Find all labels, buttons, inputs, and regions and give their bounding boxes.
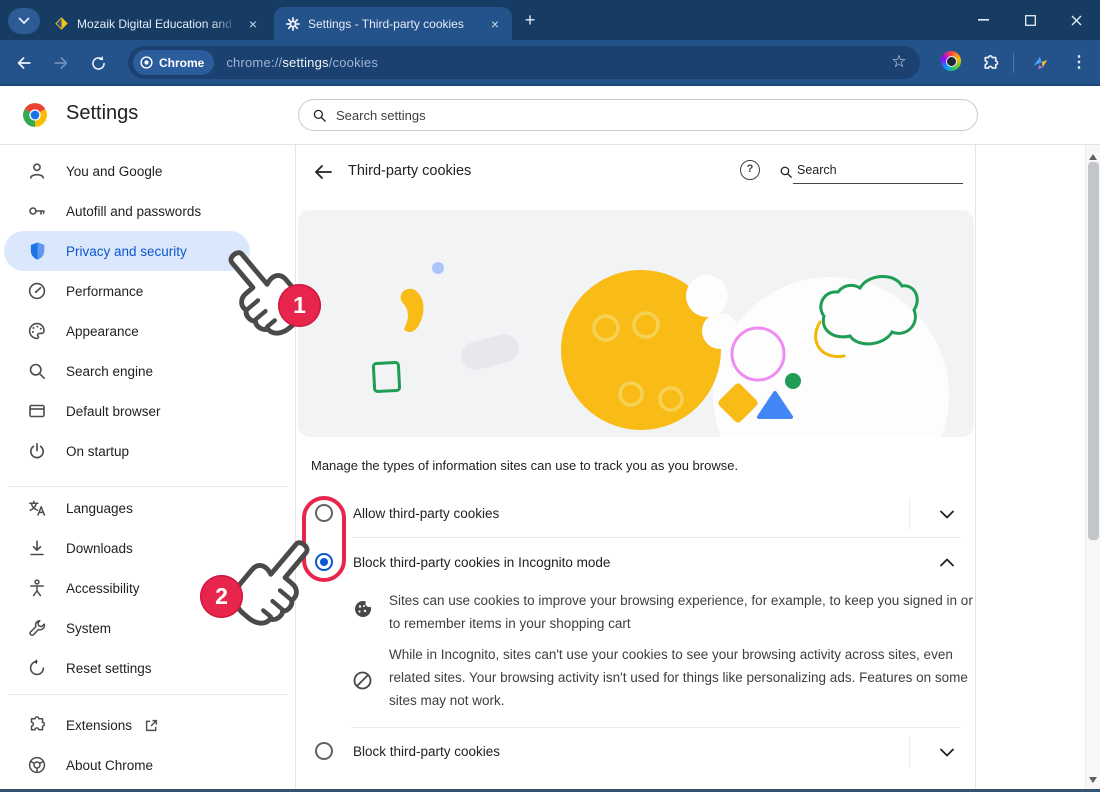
menu-kebab-icon[interactable]: ⋮ [1068,50,1090,76]
scroll-up-arrow-icon[interactable] [1089,150,1097,160]
step-1-badge: 1 [278,284,321,327]
help-icon[interactable]: ? [740,160,760,180]
row-divider [909,498,910,530]
puzzle-icon [26,715,48,735]
row-divider [909,736,910,768]
tab-title: Mozaik Digital Education and Le [77,17,236,31]
chrome-mono-icon [140,56,153,69]
gear-favicon [286,17,300,31]
close-tab-icon[interactable]: × [486,15,504,33]
chip-label: Chrome [159,56,204,70]
search-settings-placeholder: Search settings [336,108,426,123]
external-link-icon [144,718,159,733]
speedometer-icon [26,281,48,301]
sidebar-item-about-chrome[interactable]: About Chrome [4,745,250,785]
detail-text: Sites can use cookies to improve your br… [389,589,977,635]
close-tab-icon[interactable]: × [244,15,262,33]
sidebar-item-appearance[interactable]: Appearance [4,311,250,351]
chevron-up-icon[interactable] [937,553,957,573]
intro-text: Manage the types of information sites ca… [311,458,738,473]
tab-settings-active[interactable]: Settings - Third-party cookies × [274,7,512,40]
cookie-illustration-banner [298,210,974,437]
palette-icon [26,321,48,341]
third-party-cookies-panel: Third-party cookies ? Search [295,145,976,792]
url-text: chrome://settings/cookies [226,55,378,70]
power-icon [26,441,48,461]
reload-button[interactable] [86,51,110,75]
minimize-button[interactable] [963,6,1003,34]
address-bar[interactable]: Chrome chrome://settings/cookies [128,46,920,79]
url-host: settings [282,55,328,70]
sidebar-divider [8,694,288,695]
close-window-button[interactable] [1056,6,1096,34]
person-icon [26,161,48,181]
accessibility-icon [26,578,48,598]
radio-unselected[interactable] [315,742,333,760]
back-button[interactable] [12,51,36,75]
translate-icon [26,498,48,518]
sidebar-item-autofill[interactable]: Autofill and passwords [4,191,250,231]
search-icon [26,361,48,381]
search-settings-input[interactable]: Search settings [298,99,978,131]
cookie-icon [354,600,372,618]
option-block-incognito[interactable]: Block third-party cookies in Incognito m… [296,538,975,586]
subpage-search-underline [793,183,963,184]
subpage-title: Third-party cookies [348,163,471,179]
reset-icon [26,658,48,678]
settings-header: Settings Search settings [0,86,1100,145]
sidebar-item-extensions[interactable]: Extensions [4,705,250,745]
maximize-button[interactable] [1010,6,1050,34]
sidebar-item-search-engine[interactable]: Search engine [4,351,250,391]
back-arrow-button[interactable] [313,162,333,182]
sidebar-item-reset-settings[interactable]: Reset settings [4,648,250,688]
chrome-logo-icon [22,102,48,128]
chevron-down-icon[interactable] [937,504,957,524]
subpage-search-input[interactable]: Search [797,163,837,177]
cookie-illustration [298,210,974,437]
url-scheme: chrome:// [226,55,282,70]
search-icon [779,165,793,179]
toolbar-divider [1013,53,1014,73]
tab-mozaik[interactable]: Mozaik Digital Education and Le × [42,7,270,40]
browser-window: Mozaik Digital Education and Le × Settin… [0,0,1100,792]
new-tab-button[interactable]: + [518,9,542,33]
tab-title: Settings - Third-party cookies [308,17,478,31]
wrench-icon [26,618,48,638]
page-title: Settings [66,102,138,125]
sidebar-item-languages[interactable]: Languages [4,488,250,528]
sidebar-item-downloads[interactable]: Downloads [4,528,250,568]
lens-extension-icon[interactable] [941,51,961,71]
sidebar-item-privacy-and-security[interactable]: Privacy and security [4,231,250,271]
chrome-logo-icon [26,755,48,775]
tab-strip: Mozaik Digital Education and Le × Settin… [0,0,1100,40]
pinned-extension-icon[interactable] [1028,51,1052,75]
mozaik-favicon [54,16,69,31]
scrollbar-thumb[interactable] [1088,162,1099,540]
url-path: /cookies [329,55,378,70]
sidebar-item-you-and-google[interactable]: You and Google [4,151,250,191]
chevron-down-icon [18,17,30,25]
chrome-url-chip[interactable]: Chrome [133,50,214,75]
forward-button[interactable] [49,51,73,75]
key-icon [26,201,48,221]
option-allow-third-party-cookies[interactable]: Allow third-party cookies [296,490,975,537]
download-icon [26,538,48,558]
extensions-puzzle-icon[interactable] [978,51,1002,75]
detail-text: While in Incognito, sites can't use your… [389,643,971,712]
scroll-down-arrow-icon[interactable] [1089,777,1097,787]
tab-search-button[interactable] [8,8,40,34]
step-2-badge: 2 [200,575,243,618]
sidebar-item-on-startup[interactable]: On startup [4,431,250,471]
search-icon [312,108,327,123]
browser-window-icon [26,401,48,421]
option-block-third-party-cookies[interactable]: Block third-party cookies [296,728,975,775]
browser-toolbar: Chrome chrome://settings/cookies ☆ ⋮ [0,40,1100,86]
blocked-icon [353,671,372,690]
scrollbar[interactable] [1085,145,1100,792]
chevron-down-icon[interactable] [937,742,957,762]
shield-icon [26,241,48,261]
sidebar-divider [8,486,288,487]
sidebar-item-default-browser[interactable]: Default browser [4,391,250,431]
bookmark-star-icon[interactable]: ☆ [886,49,912,75]
